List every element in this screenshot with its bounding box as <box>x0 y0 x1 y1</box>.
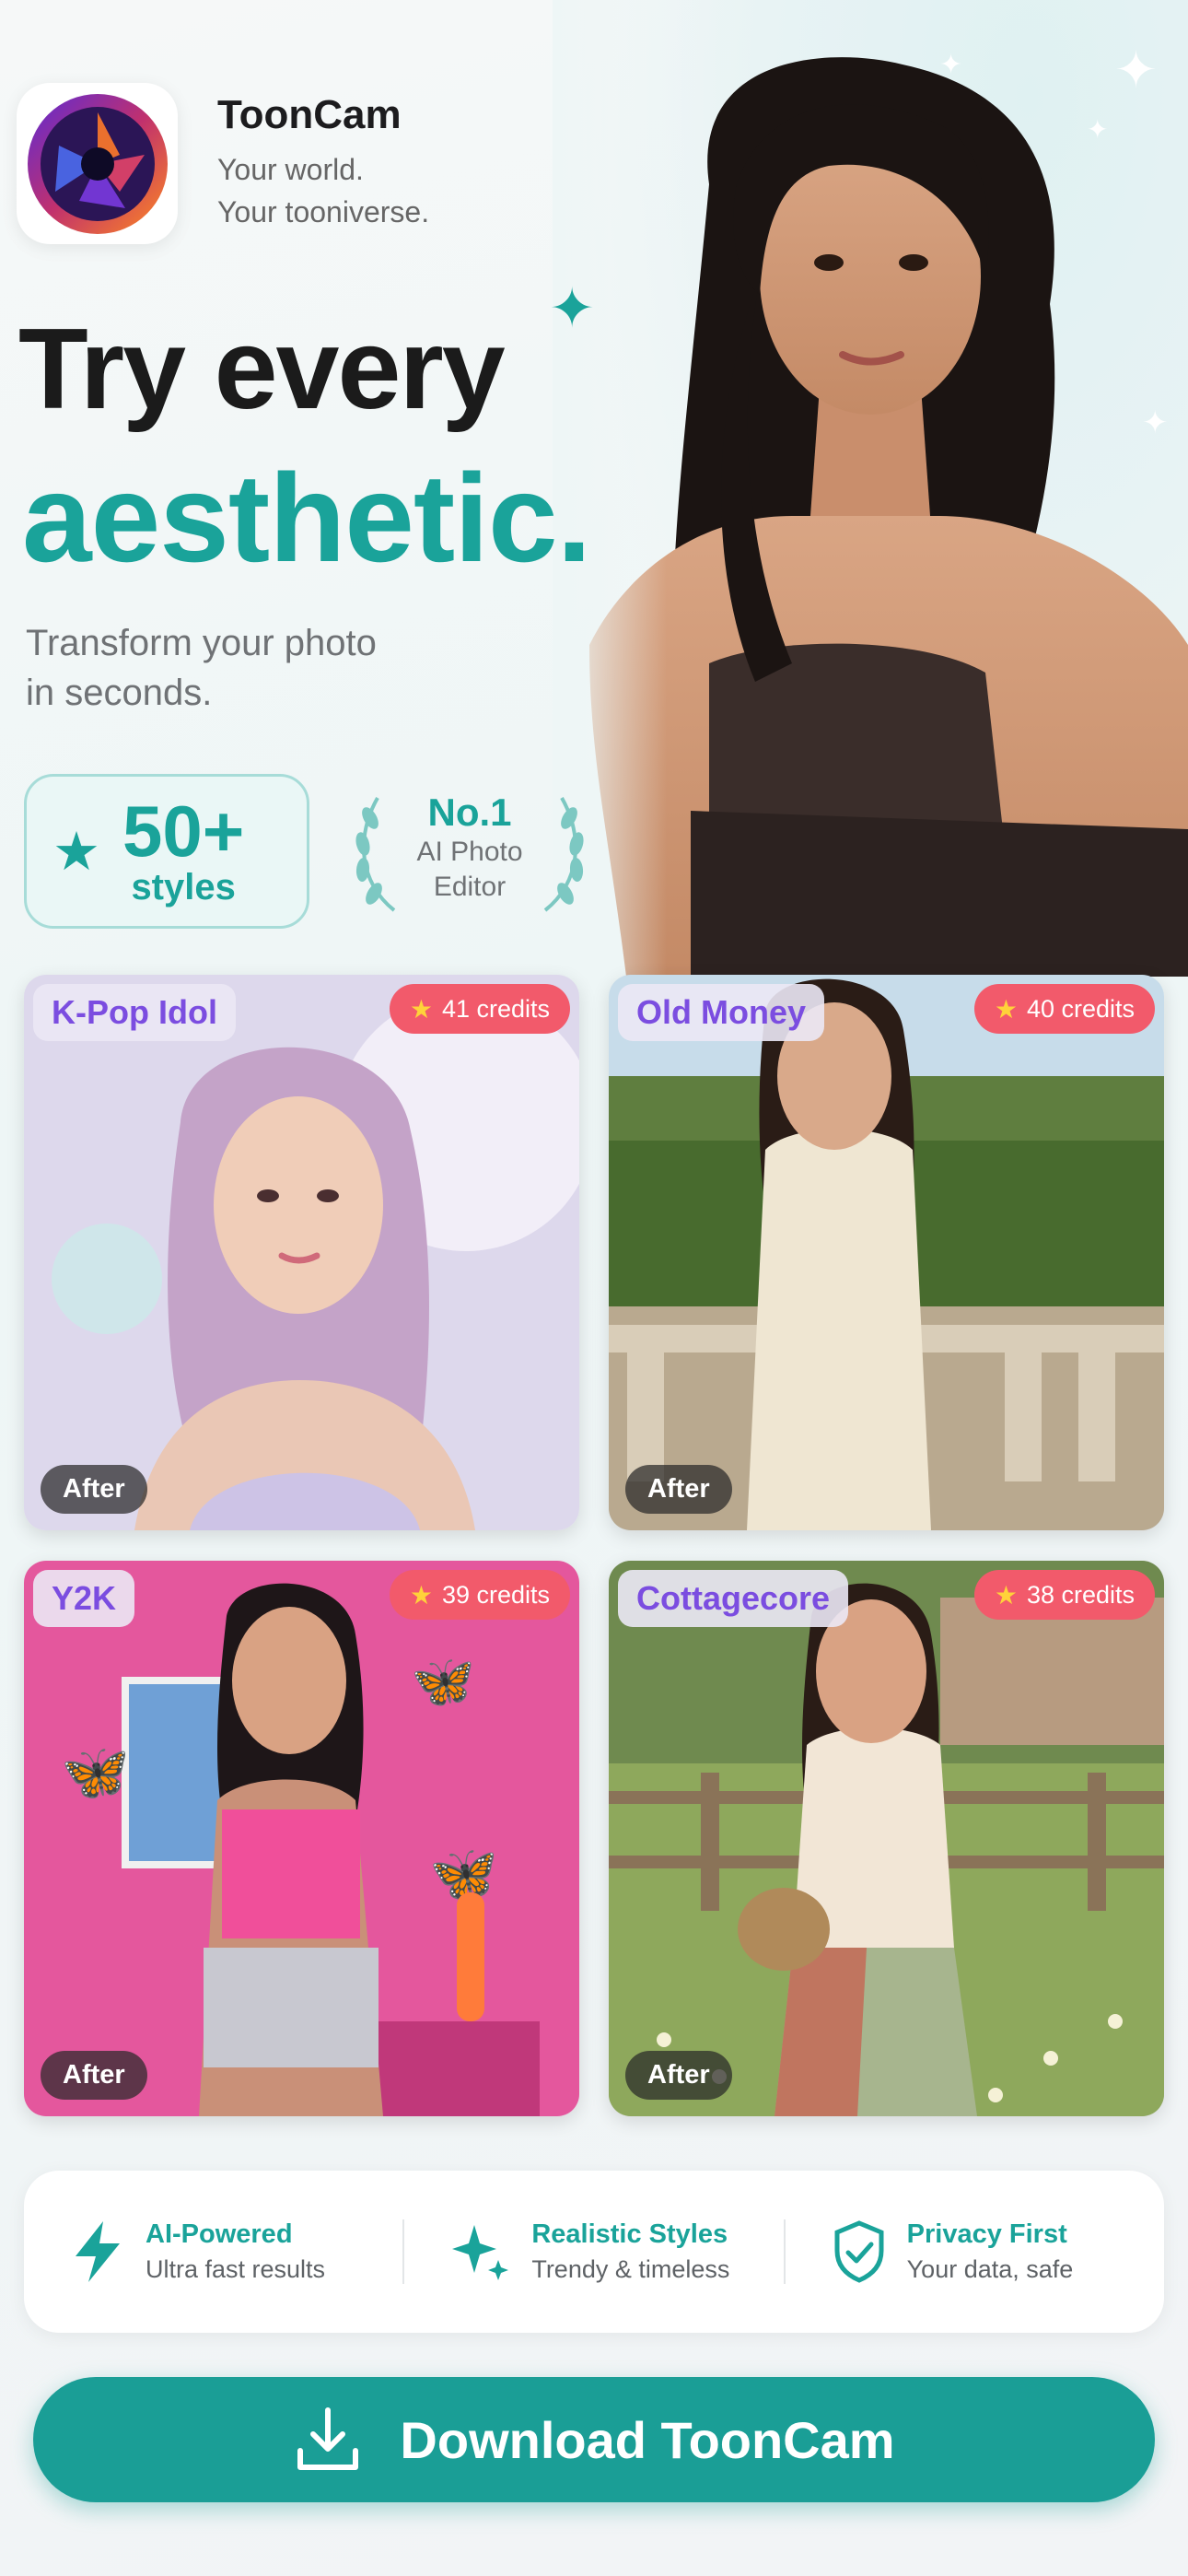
credits-badge: ★ 41 credits <box>389 984 570 1034</box>
svg-text:🦋: 🦋 <box>411 1652 475 1710</box>
laurel-right-icon <box>543 797 584 912</box>
after-tag: After <box>625 2051 732 2100</box>
download-button-label: Download ToonCam <box>400 2410 895 2469</box>
sparkle-icon <box>452 2225 509 2280</box>
style-label: K-Pop Idol <box>33 984 236 1041</box>
credits-badge: ★ 39 credits <box>389 1570 570 1620</box>
star-icon: ★ <box>994 994 1018 1024</box>
headline-line-1: Try every <box>18 306 506 433</box>
styles-label: styles <box>131 866 236 907</box>
style-label: Y2K <box>33 1570 135 1627</box>
laurel-left-icon <box>355 797 396 912</box>
subtitle-line-1: Transform your photo <box>26 623 377 663</box>
card-image: 🦋 🦋 🦋 <box>24 1561 579 2116</box>
feature-subtitle: Trendy & timeless <box>531 2255 730 2283</box>
lightning-icon <box>76 2221 120 2282</box>
after-tag: After <box>625 1465 732 1514</box>
headline-accent-word: aesthetic <box>22 448 558 588</box>
style-card-kpop[interactable]: K-Pop Idol ★ 41 credits After <box>24 975 579 1530</box>
shield-check-icon <box>834 2220 884 2283</box>
after-tag: After <box>41 2051 147 2100</box>
style-card-cottagecore[interactable]: Cottagecore ★ 38 credits After <box>609 1561 1164 2116</box>
camera-aperture-icon <box>27 93 168 234</box>
styles-count: 50+ <box>122 790 245 872</box>
app-name: ToonCam <box>217 92 402 137</box>
svg-text:🦋: 🦋 <box>61 1741 130 1803</box>
feature-subtitle: Your data, safe <box>906 2255 1074 2283</box>
feature-realistic-styles: Realistic Styles Trendy & timeless <box>404 2219 783 2284</box>
app-logo <box>17 83 178 244</box>
svg-text:✦: ✦ <box>1142 405 1169 440</box>
credits-text: 39 credits <box>441 1580 550 1609</box>
credits-text: 38 credits <box>1026 1580 1135 1609</box>
svg-text:✦: ✦ <box>939 50 962 80</box>
star-icon: ★ <box>52 822 100 882</box>
feature-privacy-first: Privacy First Your data, safe <box>786 2219 1164 2284</box>
card-image <box>24 975 579 1530</box>
style-label: Old Money <box>618 984 825 1041</box>
hero-portrait-image: ✦ ✦ ✦ ✦ <box>553 0 1188 977</box>
credits-text: 41 credits <box>441 994 550 1023</box>
headline-line-2: aesthetic. <box>22 448 591 588</box>
credits-badge: ★ 38 credits <box>973 1570 1155 1620</box>
feature-subtitle: Ultra fast results <box>146 2255 326 2283</box>
styles-count-badge: ★ 50+ styles <box>24 774 309 929</box>
credits-badge: ★ 40 credits <box>973 984 1155 1034</box>
star-icon: ★ <box>994 1580 1018 1610</box>
feature-title: AI-Powered <box>146 2219 293 2249</box>
style-card-old-money[interactable]: Old Money ★ 40 credits After <box>609 975 1164 1530</box>
subtitle-line-2: in seconds. <box>26 673 213 713</box>
features-bar: AI-Powered Ultra fast results Realistic … <box>24 2171 1164 2333</box>
download-button[interactable]: Download ToonCam <box>33 2377 1155 2502</box>
style-card-y2k[interactable]: 🦋 🦋 🦋 Y2K ★ 39 credits After <box>24 1561 579 2116</box>
style-label: Cottagecore <box>618 1570 849 1627</box>
feature-title: Privacy First <box>906 2219 1067 2249</box>
card-image <box>609 975 1164 1530</box>
rank-badge: No.1 AI Photo Editor <box>350 790 589 919</box>
star-icon: ★ <box>409 994 433 1024</box>
feature-title: Realistic Styles <box>531 2219 728 2249</box>
app-tagline-line-1: Your world. <box>217 153 364 186</box>
credits-text: 40 credits <box>1026 994 1135 1023</box>
feature-ai-powered: AI-Powered Ultra fast results <box>24 2219 402 2284</box>
app-tagline-line-2: Your tooniverse. <box>217 195 430 228</box>
download-icon <box>297 2407 359 2470</box>
after-tag: After <box>41 1465 147 1514</box>
sparkle-icon: ✦ <box>549 277 596 339</box>
svg-text:✦: ✦ <box>1087 115 1108 144</box>
star-icon: ★ <box>409 1580 433 1610</box>
card-image <box>609 1561 1164 2116</box>
svg-text:✦: ✦ <box>1114 41 1158 99</box>
